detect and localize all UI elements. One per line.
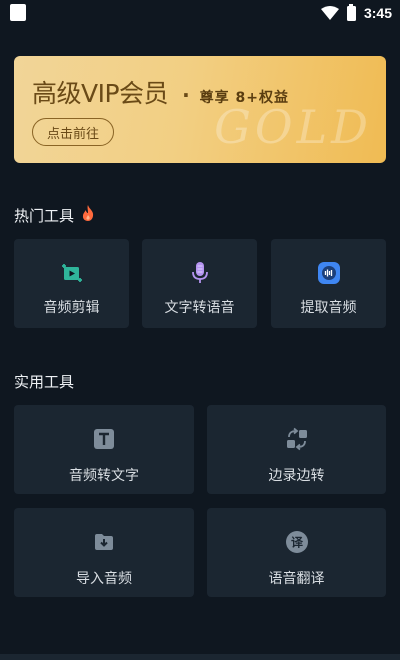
vip-banner[interactable]: GOLD 高级VIP会员 · 尊享 8+权益 点击前往 bbox=[14, 56, 386, 163]
section-util-label: 实用工具 bbox=[14, 373, 75, 391]
tool-label: 音频剪辑 bbox=[43, 300, 100, 316]
convert-arrows-icon bbox=[285, 427, 309, 451]
battery-icon bbox=[346, 3, 356, 21]
bottom-divider bbox=[0, 654, 400, 660]
vip-separator: · bbox=[182, 83, 190, 107]
tool-card-import-audio[interactable]: 导入音频 bbox=[14, 508, 194, 597]
folder-import-icon bbox=[92, 530, 116, 554]
microphone-icon bbox=[188, 261, 212, 285]
video-edit-icon bbox=[60, 261, 84, 285]
svg-text:译: 译 bbox=[290, 536, 303, 550]
notification-icon bbox=[10, 4, 26, 21]
tool-card-record-convert[interactable]: 边录边转 bbox=[207, 405, 386, 494]
tool-label: 边录边转 bbox=[268, 468, 325, 484]
tool-card-audio-edit[interactable]: 音频剪辑 bbox=[14, 239, 129, 328]
status-right: 3:45 bbox=[320, 3, 392, 22]
section-title-hot: 热门工具 bbox=[14, 204, 96, 226]
tool-card-extract-audio[interactable]: 提取音频 bbox=[271, 239, 386, 328]
tool-label: 音频转文字 bbox=[69, 468, 139, 484]
vip-title-row: 高级VIP会员 · 尊享 8+权益 bbox=[32, 74, 289, 110]
status-time: 3:45 bbox=[363, 5, 392, 21]
tool-label: 提取音频 bbox=[300, 300, 357, 316]
status-bar: 3:45 bbox=[0, 0, 400, 26]
vip-subtitle: 尊享 8+权益 bbox=[199, 90, 290, 106]
tool-card-text-to-speech[interactable]: 文字转语音 bbox=[142, 239, 257, 328]
wifi-icon bbox=[320, 6, 339, 20]
section-hot-label: 热门工具 bbox=[14, 206, 75, 225]
tool-card-audio-to-text[interactable]: 音频转文字 bbox=[14, 405, 194, 494]
tool-label: 文字转语音 bbox=[164, 300, 235, 316]
audio-extract-icon bbox=[317, 261, 341, 285]
text-t-icon bbox=[92, 427, 116, 451]
vip-go-button[interactable]: 点击前往 bbox=[32, 118, 114, 146]
tool-label: 语音翻译 bbox=[268, 571, 325, 587]
tool-card-voice-translate[interactable]: 译 语音翻译 bbox=[207, 508, 386, 597]
tool-label: 导入音频 bbox=[76, 571, 132, 587]
translate-icon: 译 bbox=[285, 530, 309, 554]
section-title-util: 实用工具 bbox=[14, 371, 74, 392]
vip-title: 高级VIP会员 bbox=[32, 79, 169, 108]
flame-icon bbox=[80, 204, 96, 226]
